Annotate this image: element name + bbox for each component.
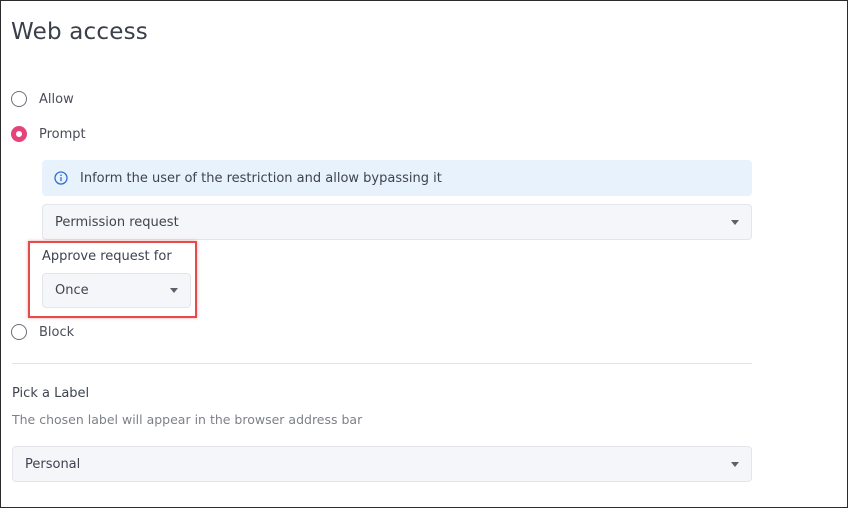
radio-block-icon[interactable]	[11, 324, 27, 340]
info-text: Inform the user of the restriction and a…	[80, 170, 442, 186]
page-title: Web access	[11, 19, 148, 45]
radio-label-allow: Allow	[39, 91, 74, 107]
info-banner: Inform the user of the restriction and a…	[42, 160, 752, 196]
radio-option-block[interactable]: Block	[11, 324, 74, 340]
radio-label-block: Block	[39, 324, 75, 340]
approve-request-label: Approve request for	[42, 249, 172, 264]
info-circle-icon	[54, 171, 68, 185]
label-section-description: The chosen label will appear in the brow…	[12, 412, 363, 427]
radio-option-prompt[interactable]: Prompt	[11, 126, 86, 142]
caret-down-icon	[731, 461, 739, 467]
caret-down-icon	[731, 219, 739, 225]
caret-down-icon	[170, 288, 178, 293]
prompt-type-select[interactable]: Permission request	[42, 204, 752, 240]
web-access-panel: Web access Allow Prompt Inform the user …	[0, 0, 848, 508]
radio-allow-icon[interactable]	[11, 91, 27, 107]
radio-prompt-icon[interactable]	[11, 126, 27, 142]
label-section-title: Pick a Label	[12, 386, 90, 401]
label-select-value: Personal	[25, 456, 81, 472]
radio-label-prompt: Prompt	[39, 126, 86, 142]
approve-duration-value: Once	[55, 283, 89, 298]
label-select[interactable]: Personal	[12, 446, 752, 482]
section-divider	[12, 363, 752, 364]
approve-duration-select[interactable]: Once	[42, 273, 191, 308]
prompt-type-value: Permission request	[55, 214, 179, 230]
radio-option-allow[interactable]: Allow	[11, 91, 74, 107]
